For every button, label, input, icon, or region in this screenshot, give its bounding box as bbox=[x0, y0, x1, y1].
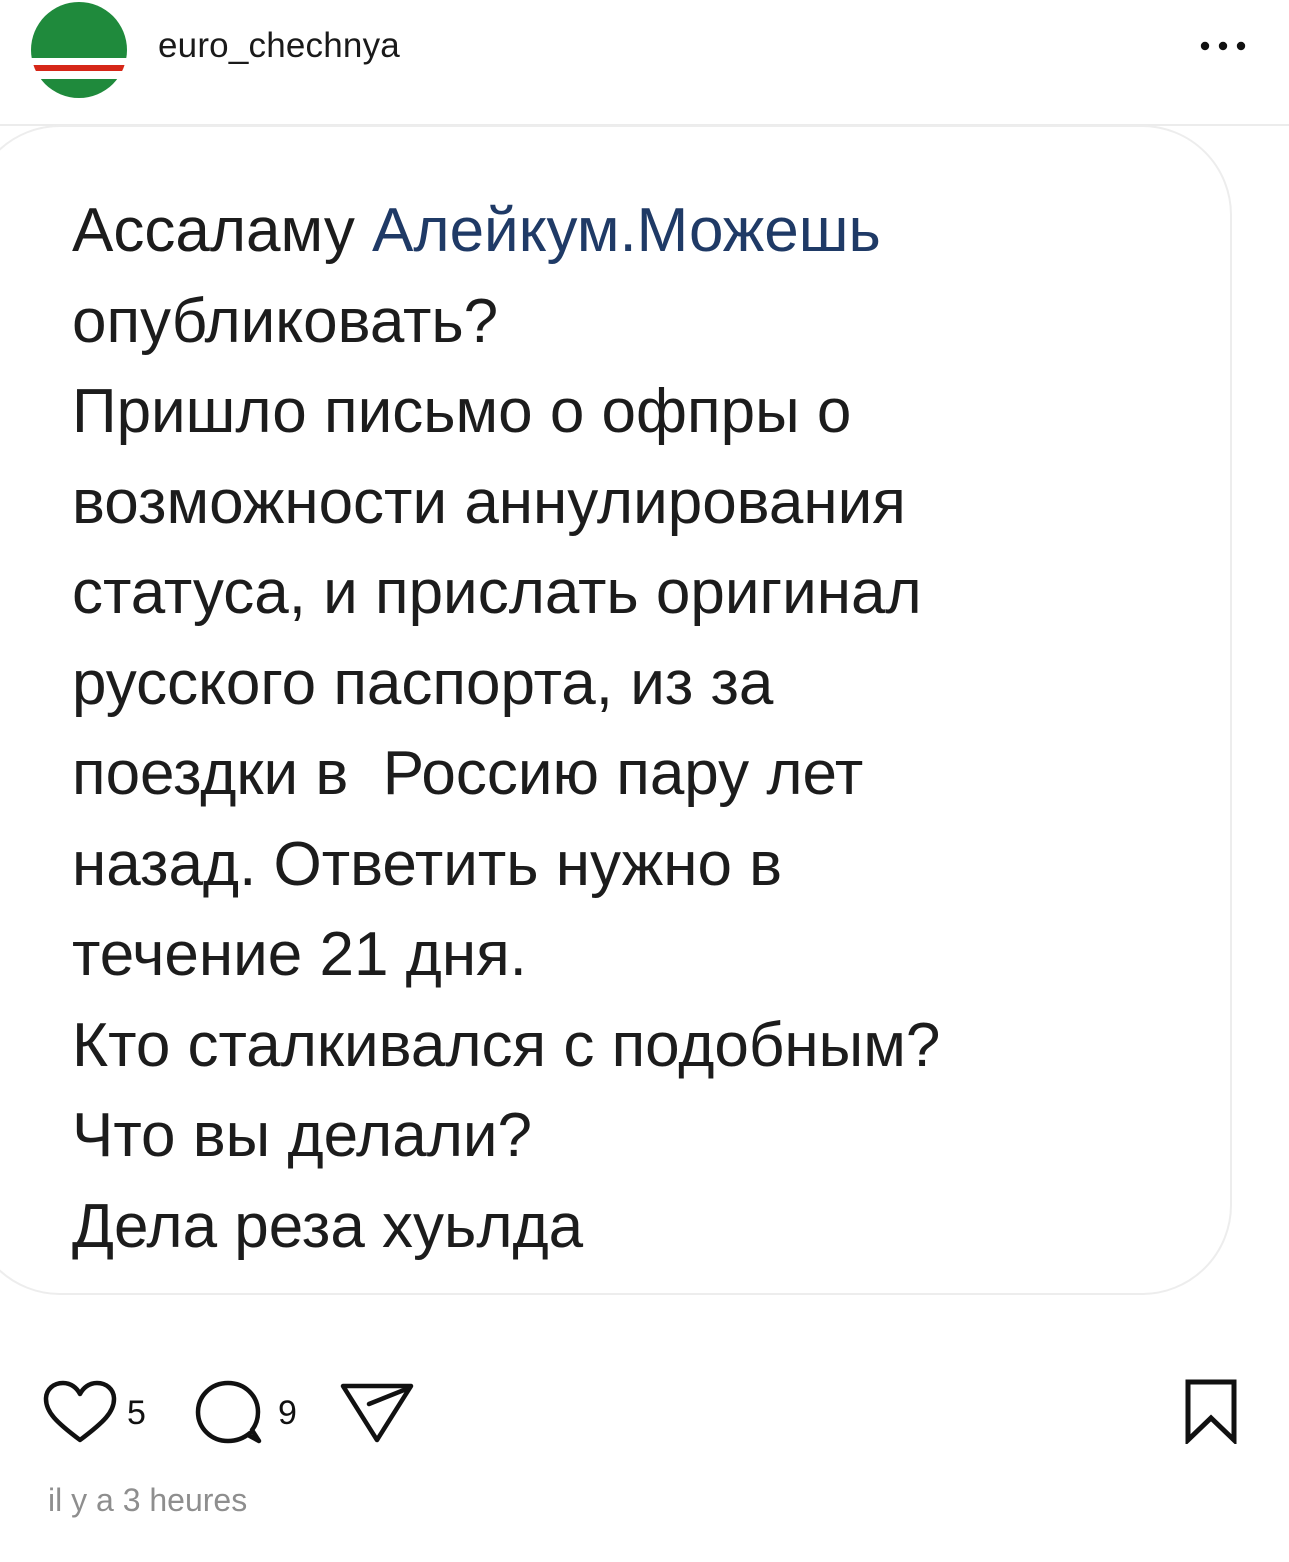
avatar[interactable] bbox=[31, 2, 127, 98]
post-screen: euro_chechnya Ассаламу Алейкум.Можешь оп… bbox=[0, 0, 1289, 1562]
text-line: возможности аннулирования bbox=[72, 467, 906, 537]
text-line: опубликовать? bbox=[72, 286, 499, 356]
comment-count: 9 bbox=[278, 1394, 297, 1432]
highlighted-text-segment: Алейкум.Можешь bbox=[372, 196, 881, 265]
text-line: русского паспорта, из за bbox=[72, 648, 774, 718]
save-button[interactable] bbox=[1182, 1378, 1240, 1449]
text-line: поездки в Россию пару лет bbox=[72, 739, 864, 808]
username[interactable]: euro_chechnya bbox=[158, 26, 400, 66]
share-button[interactable] bbox=[339, 1382, 415, 1449]
text-segment: Ассаламу bbox=[72, 196, 373, 265]
text-line: Что вы делали? bbox=[72, 1101, 533, 1170]
text-line: статуса, и прислать оригинал bbox=[72, 558, 922, 627]
send-icon bbox=[340, 1383, 414, 1443]
text-line: назад. Ответить нужно в bbox=[72, 829, 783, 899]
comment-button[interactable] bbox=[193, 1379, 265, 1452]
like-count: 5 bbox=[127, 1394, 146, 1432]
post-timestamp: il y a 3 heures bbox=[48, 1482, 248, 1518]
post-header: euro_chechnya bbox=[0, 0, 1289, 126]
text-line: течение 21 дня. bbox=[72, 920, 527, 989]
text-line: Кто сталкивался с подобным? bbox=[72, 1010, 941, 1080]
like-button[interactable] bbox=[42, 1380, 118, 1451]
more-dots-icon bbox=[1200, 41, 1246, 51]
heart-icon bbox=[43, 1380, 117, 1443]
chechen-flag-avatar-icon bbox=[31, 2, 127, 98]
bookmark-icon bbox=[1185, 1379, 1237, 1446]
text-line: Дела реза хуьлда bbox=[72, 1191, 584, 1261]
action-bar: 5 9 bbox=[0, 1370, 1289, 1460]
text-line: Пришло письмо о офпры о bbox=[72, 377, 852, 446]
comment-bubble-icon bbox=[195, 1380, 262, 1444]
post-message-text: Ассаламу Алейкум.Можешь опубликовать? Пр… bbox=[72, 186, 1192, 1272]
text-line: Ассаламу Алейкум.Можешь bbox=[72, 186, 1192, 277]
more-options-button[interactable] bbox=[1188, 20, 1258, 72]
